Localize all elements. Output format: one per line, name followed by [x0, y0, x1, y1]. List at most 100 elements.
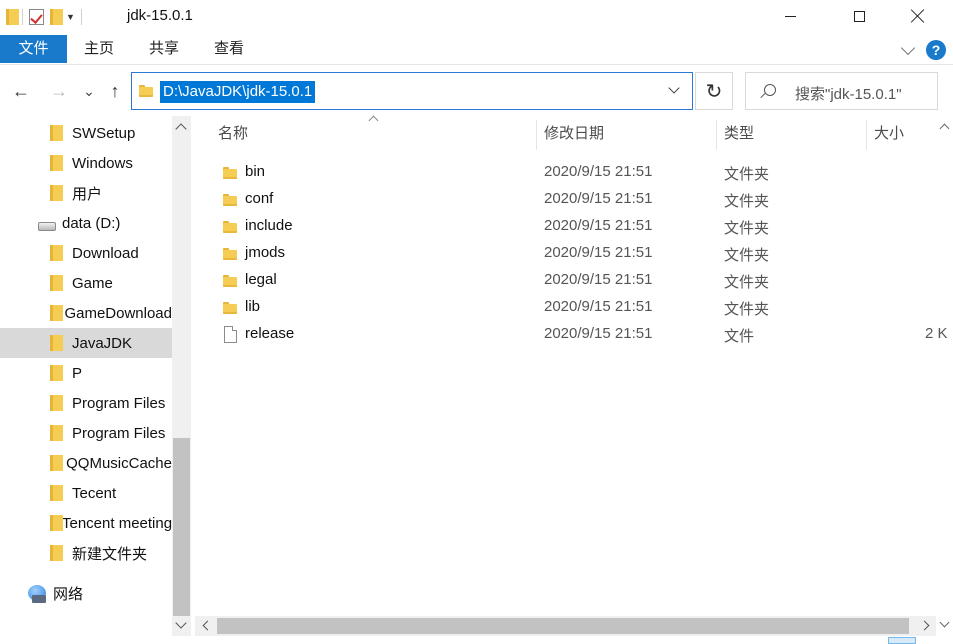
up-button[interactable]: ↑ [104, 76, 126, 106]
sidebar-item-new-folder[interactable]: 新建文件夹 [0, 538, 172, 568]
sidebar-item-program-files[interactable]: Program Files [0, 388, 172, 418]
search-placeholder: 搜索"jdk-15.0.1" [795, 86, 902, 103]
folder-icon [50, 485, 63, 501]
sidebar-item-gamedownload[interactable]: GameDownload [0, 298, 172, 328]
folder-icon [50, 155, 63, 171]
file-row-jmods[interactable]: jmods 2020/9/15 21:51 文件夹 [210, 240, 953, 267]
title-bar: ▼ jdk-15.0.1 [0, 0, 953, 34]
close-button[interactable] [895, 0, 941, 32]
file-type: 文件 [724, 328, 755, 345]
sidebar-item-label: Tecent [72, 484, 117, 502]
file-row-release[interactable]: release 2020/9/15 21:51 文件 2 K [210, 321, 953, 348]
sort-ascending-icon [368, 115, 379, 126]
search-input[interactable]: 搜索"jdk-15.0.1" [745, 72, 938, 110]
sidebar-item-swsetup[interactable]: SWSetup [0, 118, 172, 148]
file-type: 文件夹 [724, 220, 770, 237]
folder-icon [139, 85, 153, 97]
file-date: 2020/9/15 21:51 [544, 163, 653, 180]
sidebar-item-game[interactable]: Game [0, 268, 172, 298]
sidebar-item-label: 用户 [72, 185, 103, 203]
file-name: include [245, 217, 293, 234]
recent-locations-button[interactable]: ⌄ [78, 76, 100, 106]
file-row-lib[interactable]: lib 2020/9/15 21:51 文件夹 [210, 294, 953, 321]
column-divider[interactable] [716, 120, 717, 150]
sidebar-item-download[interactable]: Download [0, 238, 172, 268]
folder-icon [50, 275, 63, 291]
sidebar-item-label: 网络 [53, 585, 84, 603]
sidebar-item-javajdk[interactable]: JavaJDK [0, 328, 172, 358]
file-date: 2020/9/15 21:51 [544, 325, 653, 342]
scroll-left-icon[interactable] [202, 620, 213, 631]
refresh-button[interactable]: ↻ [695, 72, 733, 110]
scroll-up-icon[interactable] [939, 123, 950, 134]
folder-icon [50, 245, 63, 261]
tab-view[interactable]: 查看 [199, 35, 259, 63]
scroll-down-icon[interactable] [939, 617, 950, 628]
details-view-button[interactable] [888, 637, 916, 644]
sidebar-item-tencent-meeting[interactable]: Tencent meeting [0, 508, 172, 538]
navigation-pane-scrollbar[interactable] [172, 116, 191, 636]
separator [22, 9, 23, 25]
new-folder-icon[interactable] [50, 9, 63, 25]
folder-icon [223, 167, 237, 179]
customize-toolbar-chevron-icon[interactable]: ▼ [66, 12, 75, 22]
file-name: conf [245, 190, 274, 207]
column-divider[interactable] [536, 120, 537, 150]
sidebar-item-data-drive[interactable]: data (D:) [0, 208, 172, 238]
address-path-text[interactable]: D:\JavaJDK\jdk-15.0.1 [160, 81, 316, 103]
sidebar-item-program-files-x86[interactable]: Program Files [0, 418, 172, 448]
file-row-legal[interactable]: legal 2020/9/15 21:51 文件夹 [210, 267, 953, 294]
column-header-type[interactable]: 类型 [724, 116, 754, 152]
expand-ribbon-chevron-icon[interactable] [900, 40, 916, 56]
sidebar-item-tecent[interactable]: Tecent [0, 478, 172, 508]
sidebar-item-label: Program Files [72, 424, 166, 442]
column-header-size[interactable]: 大小 [874, 116, 904, 152]
sidebar-item-users[interactable]: 用户 [0, 178, 172, 208]
tab-file[interactable]: 文件 [0, 35, 67, 63]
file-row-conf[interactable]: conf 2020/9/15 21:51 文件夹 [210, 186, 953, 213]
properties-icon[interactable] [29, 9, 44, 25]
tab-share[interactable]: 共享 [134, 35, 194, 63]
file-icon [224, 326, 237, 343]
file-type: 文件夹 [724, 166, 770, 183]
scroll-up-icon[interactable] [175, 123, 187, 135]
tab-home[interactable]: 主页 [69, 35, 129, 63]
scroll-down-icon[interactable] [175, 617, 187, 629]
sidebar-item-network[interactable]: 网络 [0, 578, 172, 608]
navigation-pane: SWSetup Windows 用户 data (D:) Download Ga… [0, 116, 172, 636]
sidebar-item-p[interactable]: P [0, 358, 172, 388]
sidebar-item-qqmusiccache[interactable]: QQMusicCache [0, 448, 172, 478]
help-button[interactable]: ? [926, 40, 946, 60]
maximize-button[interactable] [836, 0, 882, 32]
sidebar-item-label: Program Files [72, 394, 166, 412]
sidebar-item-label: Download [72, 244, 139, 262]
file-row-include[interactable]: include 2020/9/15 21:51 文件夹 [210, 213, 953, 240]
sidebar-item-label: GameDownload [64, 304, 172, 322]
folder-icon [50, 185, 63, 201]
sidebar-item-label: P [72, 364, 83, 382]
column-divider[interactable] [866, 120, 867, 150]
sidebar-item-windows[interactable]: Windows [0, 148, 172, 178]
file-name: legal [245, 271, 277, 288]
scroll-right-icon[interactable] [919, 620, 930, 631]
file-name: lib [245, 298, 261, 315]
column-header-date[interactable]: 修改日期 [544, 116, 604, 152]
window-title: jdk-15.0.1 [127, 7, 193, 24]
close-icon [911, 9, 925, 23]
file-list-horizontal-scrollbar[interactable] [195, 616, 936, 636]
file-row-bin[interactable]: bin 2020/9/15 21:51 文件夹 [210, 159, 953, 186]
minimize-button[interactable] [767, 0, 813, 32]
scrollbar-thumb[interactable] [173, 438, 190, 616]
address-bar[interactable]: D:\JavaJDK\jdk-15.0.1 [131, 72, 693, 110]
sidebar-item-label: QQMusicCache [66, 454, 172, 472]
file-type: 文件夹 [724, 274, 770, 291]
back-button[interactable]: ← [10, 76, 32, 106]
forward-button[interactable]: → [48, 76, 70, 106]
file-date: 2020/9/15 21:51 [544, 244, 653, 261]
file-name: bin [245, 163, 266, 180]
column-header-name[interactable]: 名称 [218, 116, 248, 152]
folder-icon [50, 305, 66, 321]
address-dropdown-chevron-icon[interactable] [668, 82, 680, 94]
scrollbar-thumb[interactable] [217, 618, 909, 634]
file-list-vertical-scrollbar[interactable] [936, 116, 953, 636]
